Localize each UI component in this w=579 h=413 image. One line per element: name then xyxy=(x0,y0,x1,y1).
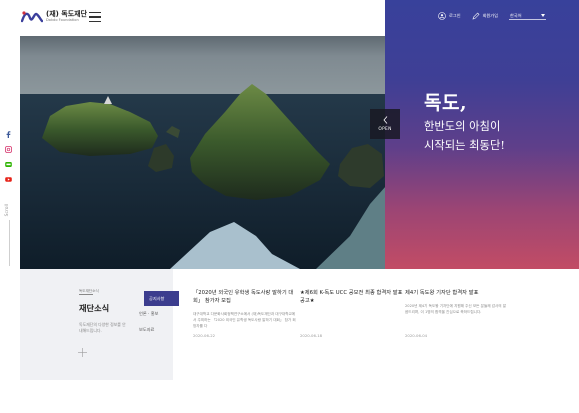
news-cards: 「2020년 외국인 유학생 독도사랑 말하기 대회」 참가자 모집 대구대학교… xyxy=(173,269,558,380)
news-card-title: 「2020년 외국인 유학생 독도사랑 말하기 대회」 참가자 모집 xyxy=(193,290,294,305)
news-card[interactable]: ★제6회 K-독도 UCC 공모전 최종 합격자 발표 공고★ xyxy=(300,289,404,312)
pencil-icon xyxy=(472,12,479,20)
news-tabs: 공지사항 언론 · 홍보 보도자료 xyxy=(137,291,179,338)
hero-headline: 독도, 한반도의 아침이 시작되는 최동단! xyxy=(424,88,505,153)
chevron-down-icon xyxy=(540,14,545,17)
hero-title-line3: 시작되는 최동단! xyxy=(424,139,505,152)
scroll-indicator-label: Scroll xyxy=(5,204,10,217)
chevron-left-icon xyxy=(382,116,387,124)
user-icon xyxy=(438,12,446,20)
logo-mark-icon xyxy=(21,11,43,23)
language-select[interactable]: 한국어 xyxy=(508,12,546,20)
news-section-title: 재단소식 xyxy=(79,303,110,313)
logo-title: (재) 독도재단 xyxy=(46,10,88,19)
blog-icon[interactable] xyxy=(5,161,12,168)
language-value: 한국어 xyxy=(509,12,522,18)
logo-subtitle: Dokdo Foundation xyxy=(46,18,79,23)
site-logo[interactable]: (재) 독도재단 Dokdo Foundation xyxy=(21,9,87,25)
site-header: (재) 독도재단 Dokdo Foundation xyxy=(0,0,385,36)
news-card[interactable]: 「2020년 외국인 유학생 독도사랑 말하기 대회」 참가자 모집 대구대학교… xyxy=(193,289,297,329)
youtube-icon[interactable] xyxy=(5,176,12,183)
join-label: 회원가입 xyxy=(482,13,498,18)
sns-links xyxy=(5,131,12,191)
news-card-date: 2020-06-18 xyxy=(300,333,323,338)
tab-notice[interactable]: 공지사항 xyxy=(144,291,179,306)
tab-press-release[interactable]: 보도자료 xyxy=(137,322,179,338)
news-divider xyxy=(79,294,93,295)
login-label: 로그인 xyxy=(449,13,461,18)
hero-title-line1: 독도, xyxy=(424,92,468,114)
open-label: OPEN xyxy=(378,127,392,132)
news-section-description: 독도재단의 다양한 정보를 안내해드립니다. xyxy=(79,322,126,334)
news-card-body: 대구대학교 다문화사회정책연구소에서 (재)독도재단과 대구대학교에서 주최하는… xyxy=(193,312,296,328)
utility-bar: 로그인 회원가입 한국어 xyxy=(438,12,546,20)
page-bottom-space xyxy=(0,380,579,413)
hero-title-line2: 한반도의 아침이 xyxy=(424,120,501,133)
hamburger-icon[interactable] xyxy=(89,12,101,22)
login-link[interactable]: 로그인 xyxy=(438,12,461,20)
news-card-date: 2020-06-04 xyxy=(405,333,428,338)
news-card-title: ★제6회 K-독도 UCC 공모전 최종 합격자 발표 공고★ xyxy=(300,290,403,305)
tab-press-promo[interactable]: 언론 · 홍보 xyxy=(137,306,179,322)
scroll-indicator-line xyxy=(9,220,10,266)
instagram-icon[interactable] xyxy=(5,146,12,153)
plus-icon[interactable] xyxy=(78,348,87,357)
facebook-icon[interactable] xyxy=(5,131,12,138)
join-link[interactable]: 회원가입 xyxy=(472,12,498,20)
news-card-date: 2020-06-22 xyxy=(193,333,216,338)
news-card[interactable]: 제4기 독도왕 기자단 합격자 발표 2020년 제4기 독도왕 기자단에 지원… xyxy=(405,289,509,315)
news-section: 독도재단소식 재단소식 독도재단의 다양한 정보를 안내해드립니다. 「2020… xyxy=(20,269,558,380)
news-card-body: 2020년 제4기 독도왕 기자단에 지원해 주신 모든 분들께 감사의 말씀드… xyxy=(405,304,507,314)
news-card-title: 제4기 독도왕 기자단 합격자 발표 xyxy=(405,290,479,296)
open-panel-button[interactable]: OPEN xyxy=(370,109,400,139)
